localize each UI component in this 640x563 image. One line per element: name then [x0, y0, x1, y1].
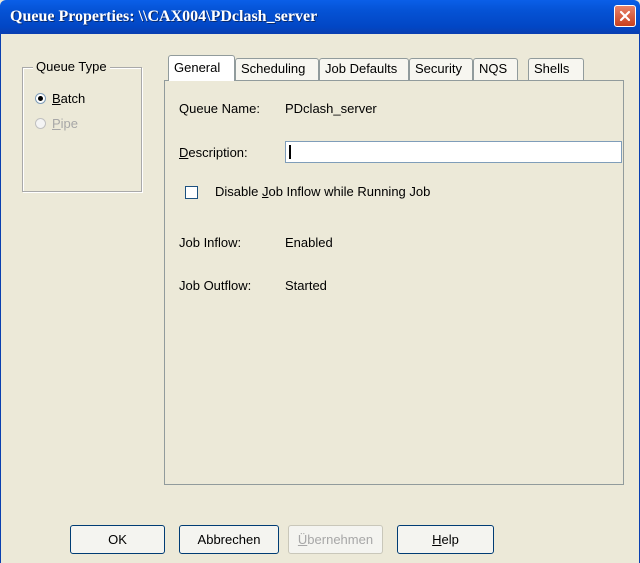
queue-name-label: Queue Name: [179, 101, 260, 116]
tab-nqs[interactable]: NQS [473, 58, 518, 80]
queue-type-title: Queue Type [33, 59, 110, 74]
apply-button: Übernehmen [288, 525, 383, 554]
help-button[interactable]: Help [397, 525, 494, 554]
cancel-button[interactable]: Abbrechen [179, 525, 279, 554]
radio-batch-label: Batch [52, 91, 86, 106]
tab-general[interactable]: General [168, 55, 235, 81]
description-label: Description: [179, 145, 248, 160]
tab-security[interactable]: Security [409, 58, 473, 80]
tab-job-defaults[interactable]: Job Defaults [319, 58, 409, 80]
radio-batch-option[interactable]: Batch [35, 91, 85, 106]
window-title: Queue Properties: \\CAX004\PDclash_serve… [10, 8, 318, 25]
ok-button[interactable]: OK [70, 525, 165, 554]
disable-inflow-checkbox[interactable] [185, 186, 198, 199]
text-caret [289, 145, 291, 159]
tab-shells[interactable]: Shells [528, 58, 584, 80]
job-inflow-value: Enabled [285, 235, 333, 250]
radio-pipe [35, 118, 46, 129]
queue-name-value: PDclash_server [285, 101, 377, 116]
queue-type-group: Queue Type Batch Pipe [22, 59, 142, 192]
close-icon [619, 10, 631, 22]
job-outflow-value: Started [285, 278, 327, 293]
title-bar[interactable]: Queue Properties: \\CAX004\PDclash_serve… [0, 0, 640, 34]
radio-pipe-option: Pipe [35, 116, 78, 131]
description-input[interactable] [285, 141, 622, 163]
dialog-client-area: Queue Type Batch Pipe General Scheduling… [0, 34, 640, 563]
radio-batch[interactable] [35, 93, 46, 104]
general-tab-panel: Queue Name: PDclash_server Description: … [164, 80, 624, 485]
radio-pipe-label: Pipe [52, 116, 79, 131]
disable-inflow-label[interactable]: Disable Job Inflow while Running Job [215, 184, 430, 199]
job-inflow-label: Job Inflow: [179, 235, 242, 250]
close-button[interactable] [614, 5, 636, 27]
tab-scheduling[interactable]: Scheduling [235, 58, 319, 80]
job-outflow-label: Job Outflow: [179, 278, 252, 293]
